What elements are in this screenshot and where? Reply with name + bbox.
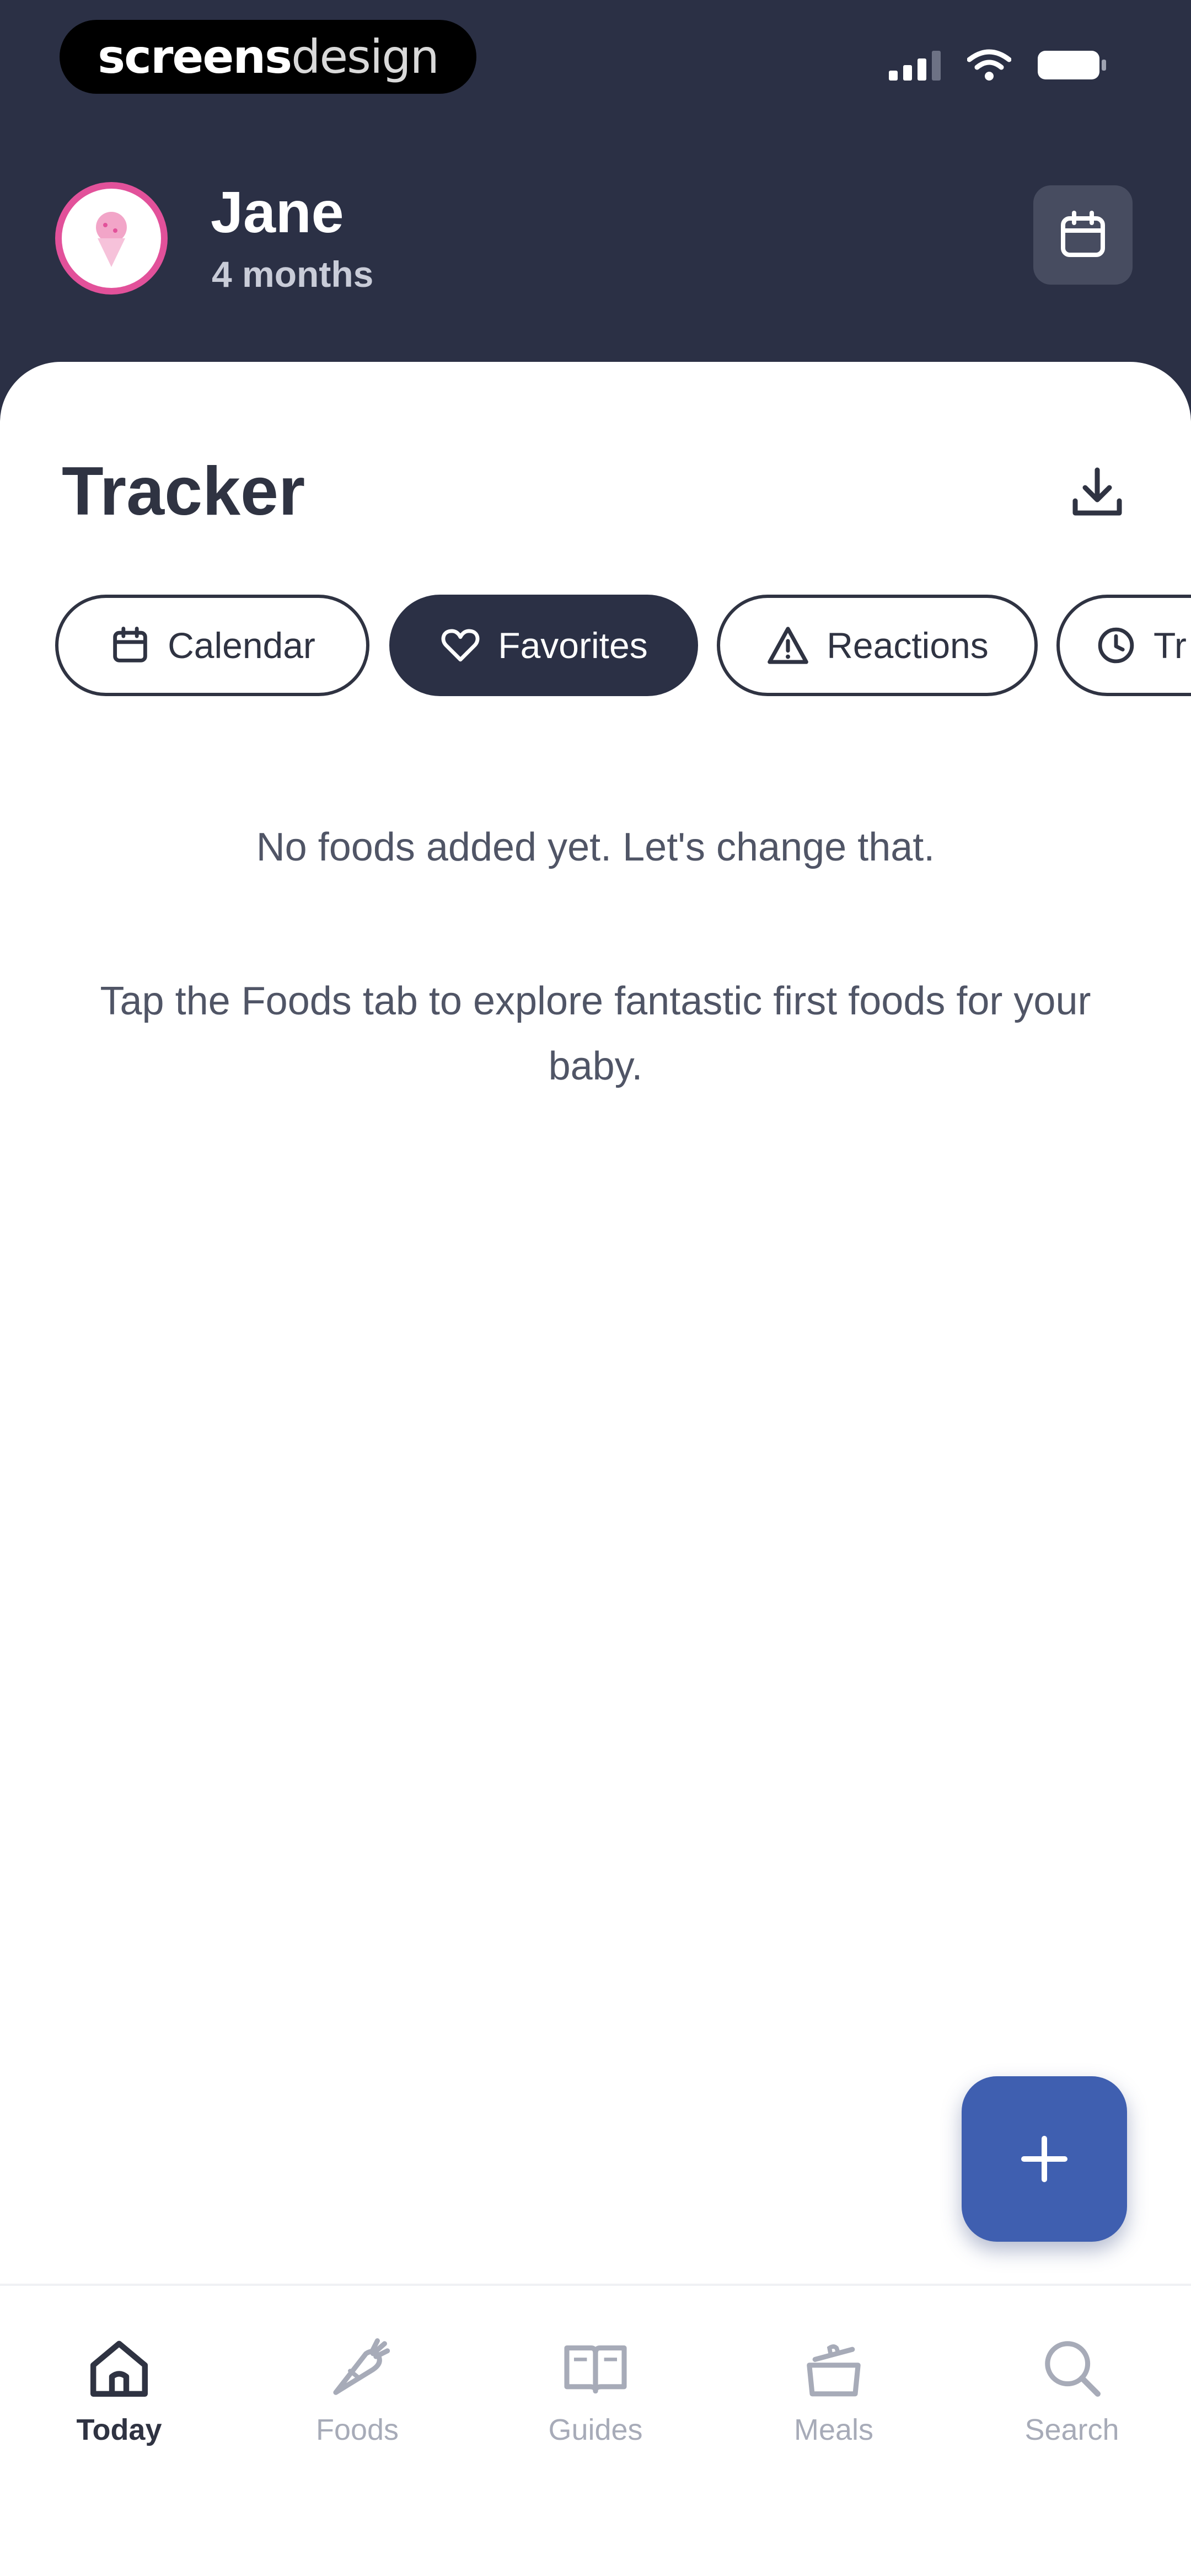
baby-age: 4 months — [212, 254, 374, 295]
baby-avatar[interactable] — [55, 182, 168, 295]
heart-icon — [441, 629, 480, 662]
nav-today[interactable]: Today — [14, 2327, 224, 2481]
watermark-bold-text: screens — [98, 30, 292, 84]
watermark-light-text: design — [291, 30, 439, 84]
nav-guides[interactable]: Guides — [491, 2327, 700, 2481]
pot-icon — [807, 2344, 861, 2397]
tracker-filter-chips: Calendar Favorites Reactions Tr — [55, 595, 1191, 699]
app-screen: screens design Jane 4 months Tracker Cal… — [0, 0, 1191, 2576]
profile-header: Jane 4 months — [0, 165, 1191, 320]
chip-label: Reactions — [827, 625, 989, 666]
tracker-card: Tracker Calendar Favorites Reactions Tr … — [0, 362, 1191, 2576]
chip-calendar[interactable]: Calendar — [55, 595, 369, 696]
nav-search[interactable]: Search — [967, 2327, 1177, 2481]
chip-timeline[interactable]: Tr — [1056, 595, 1191, 696]
plus-icon — [1021, 2136, 1067, 2182]
nav-label: Foods — [315, 2413, 399, 2446]
screensdesign-watermark: screens design — [60, 20, 476, 94]
cellular-signal-icon — [889, 51, 941, 81]
download-icon — [1072, 467, 1122, 516]
nav-label: Guides — [548, 2413, 643, 2446]
nav-meals[interactable]: Meals — [729, 2327, 938, 2481]
add-food-button[interactable] — [962, 2076, 1127, 2242]
empty-state-description: Tap the Foods tab to explore fantastic f… — [100, 979, 1091, 1088]
search-icon — [1045, 2341, 1101, 2397]
empty-state-title: No foods added yet. Let's change that. — [256, 825, 935, 869]
nav-label: Search — [1024, 2413, 1119, 2446]
wifi-icon — [967, 49, 1011, 81]
nav-label: Today — [76, 2413, 162, 2446]
tracker-title: Tracker — [62, 453, 305, 530]
chip-favorites[interactable]: Favorites — [389, 595, 698, 696]
chip-reactions[interactable]: Reactions — [717, 595, 1038, 696]
status-icons — [889, 49, 1108, 82]
chip-label: Tr — [1154, 625, 1187, 666]
warning-icon — [768, 627, 809, 664]
nav-foods[interactable]: Foods — [253, 2327, 462, 2481]
chip-label: Favorites — [498, 625, 648, 666]
home-icon — [90, 2340, 148, 2397]
header-calendar-button[interactable] — [1033, 185, 1133, 285]
carrot-icon — [333, 2338, 390, 2395]
battery-icon — [1038, 51, 1106, 79]
download-button[interactable] — [1064, 459, 1130, 525]
calendar-icon — [1061, 211, 1105, 257]
clock-icon — [1098, 627, 1134, 664]
chip-label: Calendar — [168, 625, 315, 666]
book-icon — [564, 2345, 627, 2394]
bottom-navigation: Today Foods Guides Meals Search — [0, 2284, 1191, 2576]
nav-label: Meals — [793, 2413, 874, 2446]
calendar-icon — [113, 627, 147, 662]
baby-name: Jane — [211, 180, 344, 245]
ice-cream-icon — [96, 212, 127, 267]
